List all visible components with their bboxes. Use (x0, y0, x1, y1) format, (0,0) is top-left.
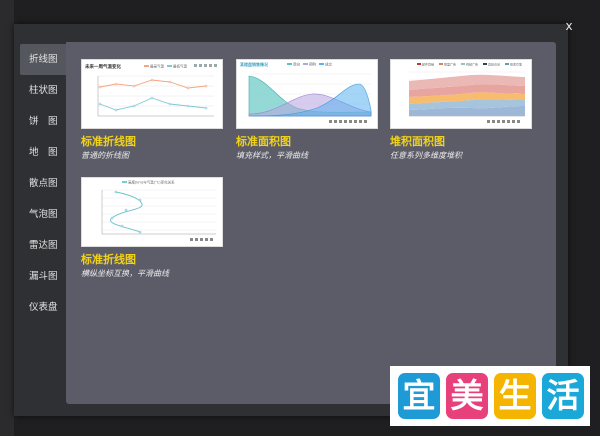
sidebar-item-gauge[interactable]: 仪表盘 (20, 292, 66, 323)
watermark-char: 美 (446, 373, 488, 419)
watermark-char: 宜 (398, 373, 440, 419)
legend-swatch (303, 63, 308, 65)
area-chart-preview: 某楼盘销售情况 意向 预购 成交 (240, 61, 372, 123)
close-icon[interactable]: x (560, 17, 578, 35)
sidebar-item-bar[interactable]: 柱状图 (20, 75, 66, 106)
sidebar-item-label: 雷达图 (29, 240, 58, 251)
thumb-legend-item: 意向 (293, 62, 301, 67)
watermark-char: 活 (542, 373, 584, 419)
thumb-legend-item: 搜索引擎 (510, 62, 522, 67)
thumb-legend-item: 最低气温 (173, 64, 187, 69)
thumb-legend-item: 最高气温 (150, 64, 164, 69)
sidebar-item-radar[interactable]: 雷达图 (20, 230, 66, 261)
legend-swatch (287, 63, 292, 65)
sidebar-item-label: 饼 图 (29, 116, 58, 127)
sidebar-item-label: 气泡图 (29, 209, 58, 220)
sidebar-item-funnel[interactable]: 漏斗图 (20, 261, 66, 292)
watermark-logo: 宜 美 生 活 (390, 366, 590, 426)
legend-swatch (167, 65, 172, 67)
backdrop (0, 0, 14, 436)
sidebar-item-label: 散点图 (29, 178, 58, 189)
legend-swatch (439, 63, 443, 65)
sidebar-item-label: 地 图 (29, 147, 58, 158)
chart-card-description: 横纵坐标互换，平滑曲线 (81, 269, 169, 278)
chart-card-description: 任意系列多维度堆积 (390, 151, 462, 160)
thumb-title: 高度(km)与气温(°C)变化关系 (128, 180, 175, 185)
thumb-legend-item: 视频广告 (466, 62, 478, 67)
sidebar-item-map[interactable]: 地 图 (20, 137, 66, 168)
sidebar-item-label: 仪表盘 (29, 302, 58, 313)
legend-swatch (144, 65, 149, 67)
sidebar-item-line[interactable]: 折线图 (20, 44, 66, 75)
line-chart-preview: 未来一周气温变化 最高气温 最低气温 (85, 63, 217, 117)
thumb-legend-item: 直接访问 (488, 62, 500, 67)
inverted-line-chart-preview: 高度(km)与气温(°C)变化关系 (101, 180, 216, 241)
stacked-area-chart-preview: 邮件营销 联盟广告 视频广告 直接访问 搜索引擎 (409, 62, 525, 123)
chart-thumbnail[interactable]: 高度(km)与气温(°C)变化关系 (81, 177, 223, 247)
thumb-title: 某楼盘销售情况 (240, 61, 268, 67)
legend-swatch (122, 181, 127, 183)
chart-card-title: 堆积面积图 (390, 135, 445, 148)
chart-card-description: 填充样式，平滑曲线 (236, 151, 308, 160)
sidebar-item-label: 柱状图 (29, 85, 58, 96)
chart-card-title: 标准折线图 (81, 253, 136, 266)
chart-thumbnail[interactable]: 邮件营销 联盟广告 视频广告 直接访问 搜索引擎 (390, 59, 532, 129)
thumb-legend-item: 邮件营销 (422, 62, 434, 67)
chart-category-sidebar: 折线图 柱状图 饼 图 地 图 散点图 气泡图 雷达图 漏斗图 仪表盘 (20, 44, 66, 323)
legend-swatch (417, 63, 421, 65)
watermark-char: 生 (494, 373, 536, 419)
sidebar-item-bubble[interactable]: 气泡图 (20, 199, 66, 230)
legend-swatch (483, 63, 487, 65)
chart-thumbnail[interactable]: 某楼盘销售情况 意向 预购 成交 (236, 59, 378, 129)
sidebar-item-pie[interactable]: 饼 图 (20, 106, 66, 137)
thumb-legend-item: 成交 (325, 62, 333, 67)
chart-card-area[interactable]: 某楼盘销售情况 意向 预购 成交 标准面积图 填充样式，平滑曲线 (236, 59, 378, 161)
chart-card-description: 普通的折线图 (81, 151, 129, 160)
legend-swatch (505, 63, 509, 65)
thumb-legend-item: 预购 (309, 62, 317, 67)
sidebar-item-scatter[interactable]: 散点图 (20, 168, 66, 199)
sidebar-item-label: 折线图 (29, 54, 58, 65)
thumb-title: 未来一周气温变化 (85, 63, 121, 70)
legend-swatch (319, 63, 324, 65)
chart-thumbnail[interactable]: 未来一周气温变化 最高气温 最低气温 (81, 59, 223, 129)
chart-card-title: 标准折线图 (81, 135, 136, 148)
chart-gallery: 未来一周气温变化 最高气温 最低气温 标准折线图 普通的折线图 某楼盘销售情况 … (66, 42, 556, 404)
chart-card-line-inverted[interactable]: 高度(km)与气温(°C)变化关系 标准折线图 横纵坐标互换，平滑曲线 (81, 177, 223, 279)
sidebar-item-label: 漏斗图 (29, 271, 58, 282)
chart-card-line[interactable]: 未来一周气温变化 最高气温 最低气温 标准折线图 普通的折线图 (81, 59, 223, 161)
legend-swatch (461, 63, 465, 65)
chart-card-stacked-area[interactable]: 邮件营销 联盟广告 视频广告 直接访问 搜索引擎 堆积面积图 任意系列多维度堆积 (390, 59, 532, 161)
chart-card-title: 标准面积图 (236, 135, 291, 148)
thumb-legend-item: 联盟广告 (444, 62, 456, 67)
